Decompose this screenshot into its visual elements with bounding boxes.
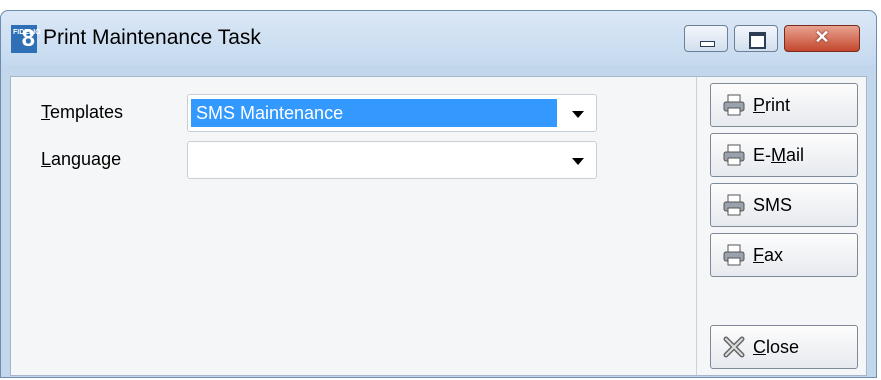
minimize-icon [700,41,715,47]
email-button[interactable]: E-Mail [710,133,858,177]
print-label: Print [753,95,791,115]
minimize-button[interactable] [684,25,728,52]
printer-icon [723,244,745,266]
sms-button[interactable]: SMS [710,183,858,227]
language-value [191,146,557,174]
close-button[interactable]: Close [710,325,858,369]
printer-icon [723,144,745,166]
title-bar[interactable]: FIDELIO 8 Print Maintenance Task ✕ [1,11,876,65]
fax-button[interactable]: Fax [710,233,858,277]
language-dropdown[interactable] [187,141,597,179]
dialog-content: Templates SMS Maintenance Language Print [10,76,867,376]
dialog-window: FIDELIO 8 Print Maintenance Task ✕ Templ… [0,10,877,378]
print-button[interactable]: Print [710,83,858,127]
email-label: E-Mail [753,145,805,165]
panel-divider [696,77,697,375]
app-icon: FIDELIO 8 [11,25,41,53]
close-icon: ✕ [814,27,830,47]
window-title: Print Maintenance Task [43,26,261,49]
maximize-icon [749,32,766,49]
sms-label: SMS [753,195,793,215]
fax-label: Fax [753,245,784,265]
chevron-down-icon[interactable] [572,111,584,118]
templates-label: Templates [41,102,124,122]
close-window-button[interactable]: ✕ [784,25,860,52]
close-x-icon [723,336,745,358]
printer-icon [723,94,745,116]
templates-dropdown[interactable]: SMS Maintenance [187,94,597,132]
maximize-button[interactable] [734,25,778,52]
printer-icon [723,194,745,216]
close-label: Close [753,337,800,357]
chevron-down-icon[interactable] [572,158,584,165]
templates-value: SMS Maintenance [191,99,557,127]
language-label: Language [41,149,122,169]
